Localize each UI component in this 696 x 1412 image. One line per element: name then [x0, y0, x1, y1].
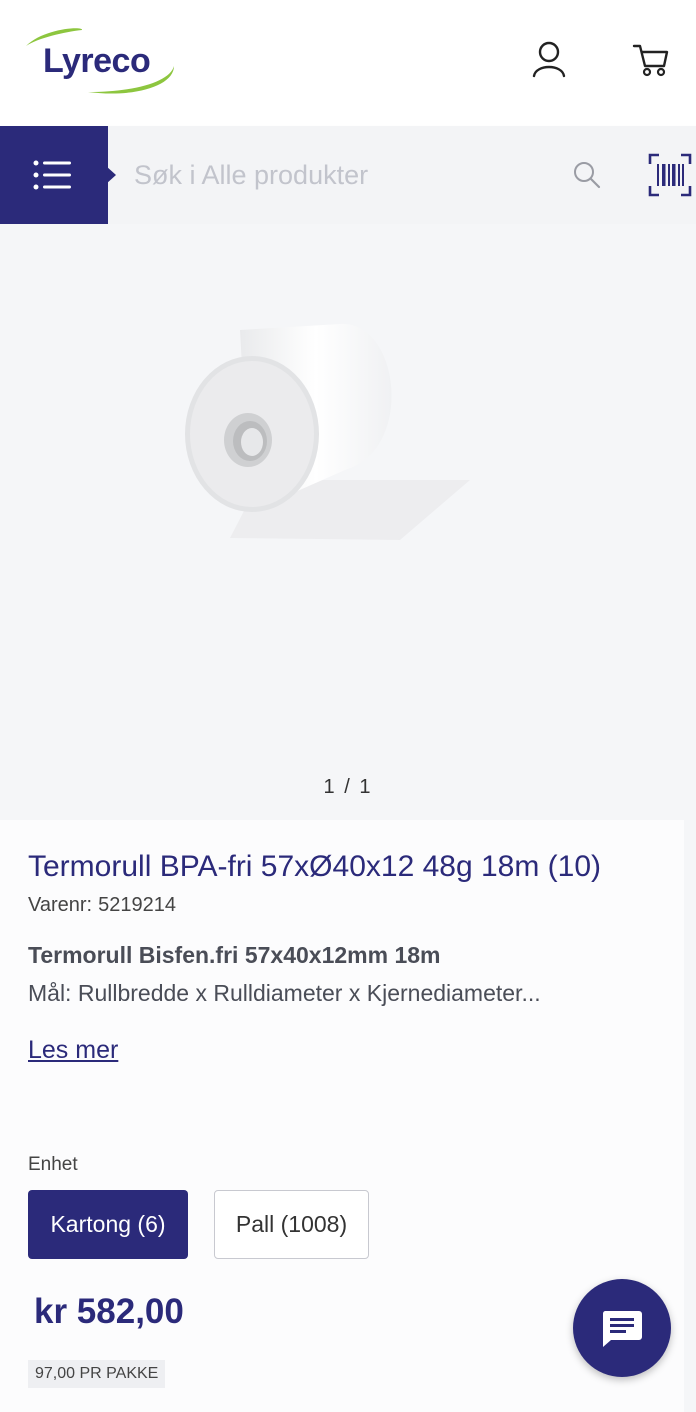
- header: Lyreco: [0, 0, 696, 126]
- product-price: kr 582,00: [34, 1292, 184, 1331]
- image-pager: 1 / 1: [323, 776, 373, 798]
- user-icon[interactable]: [530, 40, 568, 80]
- read-more-link[interactable]: Les mer: [28, 1036, 118, 1065]
- search-input[interactable]: [134, 150, 554, 200]
- search-icon[interactable]: [572, 160, 602, 195]
- product-gallery[interactable]: 1 / 1: [0, 224, 696, 820]
- unit-label: Enhet: [28, 1154, 78, 1175]
- unit-option-pallet[interactable]: Pall (1008): [214, 1190, 369, 1259]
- menu-icon: [33, 160, 71, 190]
- product-description: Mål: Rullbredde x Rulldiameter x Kjerned…: [28, 980, 541, 1006]
- barcode-scan-icon[interactable]: [648, 152, 692, 203]
- chat-icon: [602, 1311, 642, 1347]
- cart-icon[interactable]: [630, 40, 672, 80]
- logo-text: Lyreco: [43, 42, 151, 80]
- product-title: Termorull BPA-fri 57xØ40x12 48g 18m (10): [28, 850, 602, 883]
- product-sku: Varenr: 5219214: [28, 894, 176, 917]
- unit-option-carton[interactable]: Kartong (6): [28, 1190, 188, 1259]
- unit-price-badge: 97,00 PR PAKKE: [28, 1360, 166, 1388]
- chat-button[interactable]: [573, 1279, 671, 1377]
- menu-button[interactable]: [0, 126, 108, 224]
- sku-label: Varenr:: [28, 894, 93, 916]
- lyreco-logo[interactable]: Lyreco: [24, 26, 180, 98]
- product-image: [185, 323, 470, 540]
- product-subtitle: Termorull Bisfen.fri 57x40x12mm 18m: [28, 942, 441, 968]
- menu-pointer: [106, 166, 116, 184]
- sku-value: 5219214: [98, 894, 176, 916]
